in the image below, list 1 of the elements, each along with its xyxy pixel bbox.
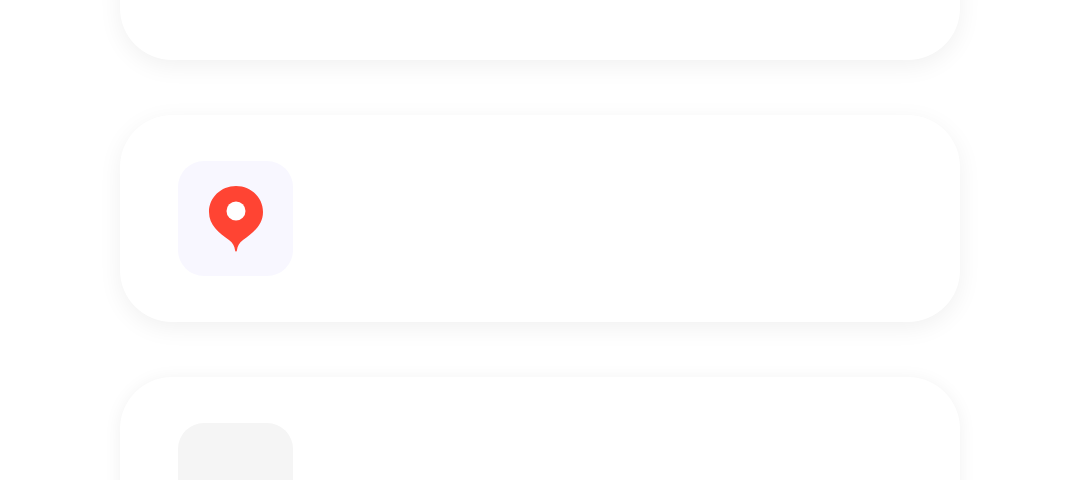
map-pin-icon	[207, 183, 264, 254]
